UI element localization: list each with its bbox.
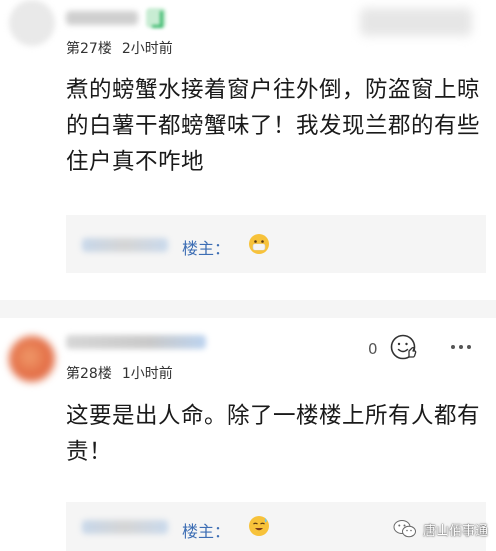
watermark-text: 唐山佰事通 <box>422 523 488 539</box>
username-blurred[interactable] <box>66 335 206 349</box>
comment-text: 这要是出人命。除了一楼楼上所有人都有责！ <box>66 403 481 465</box>
mask-face-emoji-icon <box>249 234 269 254</box>
like-count: 0 <box>368 340 378 358</box>
comment-meta: 第28楼 1小时前 <box>66 363 173 383</box>
comment-item: 0 第28楼 1小时前 这要是出人命。除了一楼楼上所有人都有责！ 楼主： <box>0 318 496 551</box>
comment-time: 1小时前 <box>121 366 173 382</box>
avatar[interactable] <box>9 336 55 382</box>
verified-badge-icon <box>146 8 166 28</box>
wechat-icon <box>393 520 416 538</box>
floor-number: 第27楼 <box>66 41 112 57</box>
comment-time: 2小时前 <box>121 41 173 57</box>
floor-number: 第28楼 <box>66 366 112 382</box>
reply-username-blurred <box>82 238 168 252</box>
reply-author-label[interactable]: 楼主： <box>182 235 230 259</box>
username-blurred[interactable] <box>66 11 138 25</box>
comment-separator <box>0 300 496 318</box>
watermark: 唐山佰事通 <box>393 519 488 539</box>
comment-text: 煮的螃蟹水接着窗户往外倒，防盗窗上晾的白薯干都螃蟹味了！我发现兰郡的有些住户真不… <box>66 77 481 175</box>
reply-username-blurred <box>82 520 168 534</box>
reply-author-label[interactable]: 楼主： <box>182 518 230 542</box>
comment-meta: 第27楼 2小时前 <box>66 38 173 58</box>
sweat-smile-emoji-icon <box>249 516 269 536</box>
thumbs-up-face-icon[interactable] <box>388 332 418 362</box>
blurred-region <box>360 8 472 36</box>
comment-item: 第27楼 2小时前 煮的螃蟹水接着窗户往外倒，防盗窗上晾的白薯干都螃蟹味了！我发现… <box>0 0 496 300</box>
more-options-icon[interactable] <box>448 336 474 358</box>
reply-preview[interactable]: 楼主： <box>66 215 486 273</box>
avatar[interactable] <box>9 0 55 46</box>
